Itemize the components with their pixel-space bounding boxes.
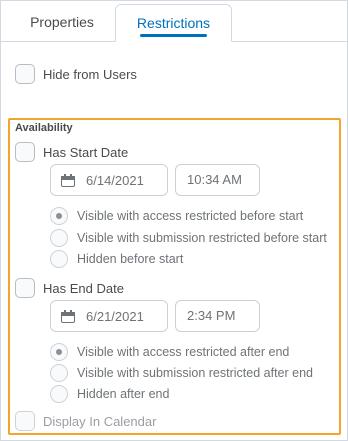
radio-label: Visible with submission restricted after… <box>77 366 313 380</box>
has-start-date-label: Has Start Date <box>43 144 129 160</box>
active-tab-indicator <box>140 34 207 37</box>
radio-button[interactable] <box>50 229 68 247</box>
has-end-date-label: Has End Date <box>43 280 124 296</box>
radio-button[interactable] <box>50 250 68 268</box>
hide-from-users-label: Hide from Users <box>43 66 137 82</box>
end-date-value: 6/21/2021 <box>86 308 144 324</box>
hide-from-users-checkbox[interactable]: Hide from Users <box>15 64 137 84</box>
start-time-input[interactable]: 10:34 AM <box>175 164 260 196</box>
end-option-hidden[interactable]: Hidden after end <box>50 385 169 403</box>
checkbox-box[interactable] <box>15 142 35 162</box>
start-option-access-restricted[interactable]: Visible with access restricted before st… <box>50 207 303 225</box>
start-option-submission-restricted[interactable]: Visible with submission restricted befor… <box>50 229 327 247</box>
display-in-calendar-checkbox[interactable]: Display In Calendar <box>15 411 156 431</box>
start-date-value: 6/14/2021 <box>86 172 144 188</box>
checkbox-box[interactable] <box>15 411 35 431</box>
radio-button[interactable] <box>50 364 68 382</box>
radio-label: Visible with access restricted after end <box>77 345 290 359</box>
start-date-input[interactable]: 6/14/2021 <box>50 164 168 196</box>
radio-label: Hidden after end <box>77 387 170 401</box>
tab-restrictions-label: Restrictions <box>136 15 211 31</box>
radio-label: Hidden before start <box>77 252 184 266</box>
start-option-hidden[interactable]: Hidden before start <box>50 250 183 268</box>
checkbox-box[interactable] <box>15 278 35 298</box>
checkbox-box[interactable] <box>15 64 35 84</box>
end-date-input[interactable]: 6/21/2021 <box>50 300 168 332</box>
display-in-calendar-label: Display In Calendar <box>43 413 157 429</box>
end-time-input[interactable]: 2:34 PM <box>175 300 260 332</box>
radio-button[interactable] <box>50 343 68 361</box>
availability-heading: Availability <box>15 122 73 134</box>
has-end-date-checkbox[interactable]: Has End Date <box>15 278 124 298</box>
end-option-access-restricted[interactable]: Visible with access restricted after end <box>50 343 289 361</box>
has-start-date-checkbox[interactable]: Has Start Date <box>15 142 128 162</box>
end-option-submission-restricted[interactable]: Visible with submission restricted after… <box>50 364 313 382</box>
calendar-icon <box>61 173 75 187</box>
radio-button[interactable] <box>50 385 68 403</box>
tab-bar: Properties Restrictions <box>0 0 348 42</box>
calendar-icon <box>61 309 75 323</box>
radio-button[interactable] <box>50 207 68 225</box>
radio-label: Visible with submission restricted befor… <box>77 231 327 245</box>
tab-restrictions[interactable]: Restrictions <box>115 4 232 42</box>
radio-label: Visible with access restricted before st… <box>77 209 304 223</box>
tab-properties[interactable]: Properties <box>12 4 112 42</box>
